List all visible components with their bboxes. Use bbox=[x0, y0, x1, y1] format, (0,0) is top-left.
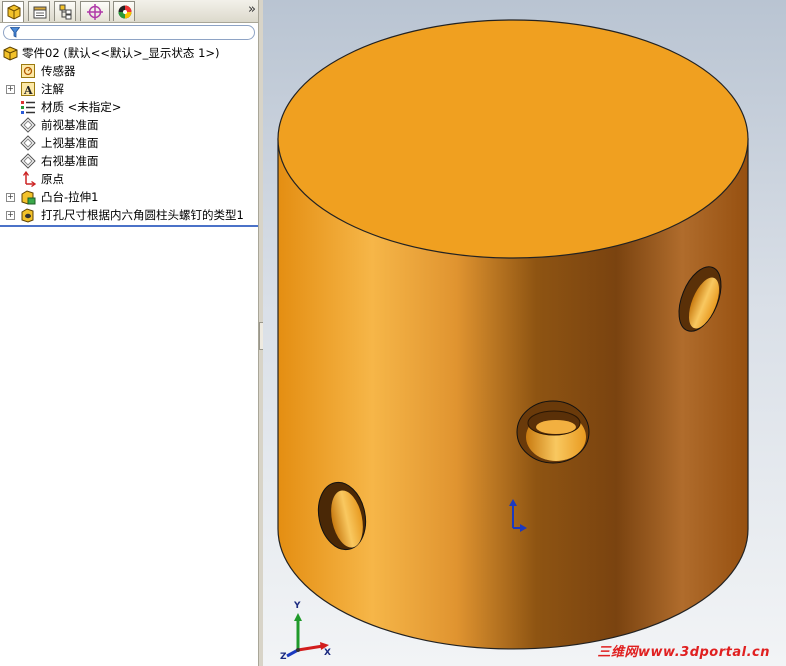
tree-root-part[interactable]: 零件02 (默认<<默认>_显示状态 1>) bbox=[0, 44, 258, 62]
origin-icon bbox=[22, 171, 36, 187]
tree-item-top-plane[interactable]: 上视基准面 bbox=[0, 134, 258, 152]
configuration-icon bbox=[59, 4, 72, 20]
model-view bbox=[277, 19, 749, 658]
tree-item-label: 注解 bbox=[41, 82, 64, 96]
tree-item-front-plane[interactable]: 前视基准面 bbox=[0, 116, 258, 134]
graphics-viewport[interactable]: Y X Z 三维网www.3dportal.cn bbox=[263, 0, 786, 666]
color-wheel-icon bbox=[118, 5, 132, 19]
panel-overflow-button[interactable]: » bbox=[248, 2, 256, 17]
triad-z-label: Z bbox=[280, 652, 287, 662]
tree-item-label: 前视基准面 bbox=[41, 118, 99, 132]
tree-root-label: 零件02 (默认<<默认>_显示状态 1>) bbox=[22, 46, 220, 60]
tree-item-material[interactable]: 材质 <未指定> bbox=[0, 98, 258, 116]
triad-y-label: Y bbox=[294, 601, 301, 611]
tree-item-right-plane[interactable]: 右视基准面 bbox=[0, 152, 258, 170]
hole-center bbox=[516, 400, 590, 464]
hole-wizard-icon bbox=[21, 208, 34, 223]
expand-toggle[interactable]: + bbox=[6, 211, 15, 220]
material-icon bbox=[21, 101, 35, 114]
sensor-icon bbox=[21, 64, 35, 78]
watermark-text: 三维网www.3dportal.cn bbox=[597, 645, 770, 660]
tab-property-manager[interactable] bbox=[28, 1, 50, 21]
tree-item-label: 上视基准面 bbox=[41, 136, 99, 150]
axis-triad bbox=[286, 613, 329, 658]
tree-item-origin[interactable]: 原点 bbox=[0, 170, 258, 188]
panel-tab-bar: » bbox=[0, 0, 258, 23]
part-icon bbox=[3, 46, 18, 61]
tree-item-label: 打孔尺寸根据内六角圆柱头螺钉的类型1 bbox=[41, 208, 244, 222]
annotation-icon: A bbox=[21, 82, 35, 97]
plane-icon bbox=[20, 153, 36, 169]
plane-icon bbox=[20, 135, 36, 151]
tree-item-label: 传感器 bbox=[41, 64, 76, 78]
expand-toggle[interactable]: + bbox=[6, 85, 15, 94]
triad-x-label: X bbox=[324, 648, 331, 658]
tree-rollback-bar[interactable] bbox=[0, 225, 258, 227]
tree-item-label: 凸台-拉伸1 bbox=[41, 190, 99, 204]
boss-extrude-icon bbox=[21, 190, 36, 205]
plane-icon bbox=[20, 117, 36, 133]
tree-filter-input[interactable] bbox=[3, 25, 255, 40]
tree-item-sensors[interactable]: 传感器 bbox=[0, 62, 258, 80]
crosshair-icon bbox=[87, 4, 103, 20]
tab-configuration-manager[interactable] bbox=[54, 1, 76, 21]
filter-icon bbox=[10, 27, 20, 38]
tree-item-boss-extrude[interactable]: + 凸台-拉伸1 bbox=[0, 188, 258, 206]
feature-tree-icon bbox=[7, 4, 21, 20]
svg-text:A: A bbox=[23, 84, 33, 97]
tree-item-label: 右视基准面 bbox=[41, 154, 99, 168]
cylinder-top-face bbox=[277, 19, 749, 259]
tree-item-annotations[interactable]: + A 注解 bbox=[0, 80, 258, 98]
expand-toggle[interactable]: + bbox=[6, 193, 15, 202]
tab-dimxpert-manager[interactable] bbox=[80, 1, 110, 21]
tree-item-hole-wizard[interactable]: + 打孔尺寸根据内六角圆柱头螺钉的类型1 bbox=[0, 206, 258, 224]
tree-item-label: 材质 <未指定> bbox=[41, 100, 122, 114]
tab-feature-manager[interactable] bbox=[2, 1, 24, 22]
feature-manager-panel: » 零件02 (默认<<默认>_显示状态 1>) 传感器 + A 注解 材质 <… bbox=[0, 0, 258, 666]
tree-item-label: 原点 bbox=[41, 172, 64, 186]
tab-display-manager[interactable] bbox=[113, 1, 135, 21]
property-manager-icon bbox=[33, 6, 47, 19]
